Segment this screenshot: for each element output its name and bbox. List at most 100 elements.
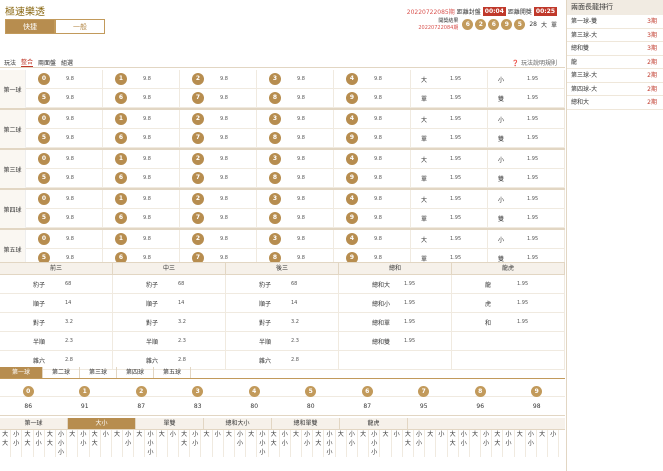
bet-cell[interactable]: 2 9.8 [180, 150, 257, 168]
bet-cell[interactable]: 0 9.8 [26, 110, 103, 128]
bet-cell[interactable]: 3 9.8 [257, 190, 334, 208]
combo-cell[interactable]: 對子 3.2 [226, 313, 339, 331]
bet-cell[interactable]: 7 9.8 [180, 169, 257, 187]
bet-cell[interactable]: 0 9.8 [26, 70, 103, 88]
combo-cell[interactable]: 總和小 1.95 [339, 294, 452, 312]
bet-cell[interactable]: 5 9.8 [26, 89, 103, 107]
tab-integrated[interactable]: 整合 [21, 57, 34, 67]
bet-cell[interactable]: 小 1.95 [488, 70, 565, 88]
bet-cell[interactable]: 2 9.8 [180, 190, 257, 208]
combo-cell[interactable]: 和 1.95 [452, 313, 565, 331]
tab-ball[interactable]: 第二球 [43, 367, 80, 378]
tab-road[interactable]: 總和單雙 [272, 418, 340, 429]
combo-cell[interactable]: 總和單 1.95 [339, 313, 452, 331]
combo-cell[interactable]: 順子 14 [113, 294, 226, 312]
bet-cell[interactable]: 2 9.8 [180, 110, 257, 128]
bet-cell[interactable]: 雙 1.95 [488, 89, 565, 107]
tab-ball[interactable]: 第一球 [0, 367, 43, 378]
bet-cell[interactable]: 1 9.8 [103, 70, 180, 88]
tab-road[interactable]: 龍虎 [340, 418, 408, 429]
combo-cell[interactable]: 半順 2.3 [226, 332, 339, 350]
bet-cell[interactable]: 5 9.8 [26, 169, 103, 187]
combo-cell[interactable]: 龍 1.95 [452, 275, 565, 293]
tab-normal[interactable]: 一般 [55, 19, 105, 34]
tab-road[interactable]: 大小 [68, 418, 136, 429]
bet-cell[interactable]: 小 1.95 [488, 110, 565, 128]
bet-cell[interactable]: 0 9.8 [26, 230, 103, 248]
bet-cell[interactable]: 9 9.8 [334, 169, 411, 187]
combo-cell[interactable]: 總和大 1.95 [339, 275, 452, 293]
bet-cell[interactable]: 7 9.8 [180, 129, 257, 147]
tab-ball[interactable]: 第四球 [117, 367, 154, 378]
bet-cell[interactable]: 6 9.8 [103, 129, 180, 147]
bet-cell[interactable]: 單 1.95 [411, 169, 488, 187]
bet-cell[interactable]: 4 9.8 [334, 230, 411, 248]
bet-cell[interactable]: 4 9.8 [334, 110, 411, 128]
bet-cell[interactable]: 3 9.8 [257, 110, 334, 128]
bet-cell[interactable]: 5 9.8 [26, 209, 103, 227]
combo-cell[interactable]: 豹子 68 [113, 275, 226, 293]
bet-cell[interactable]: 2 9.8 [180, 230, 257, 248]
bet-cell[interactable]: 雙 1.95 [488, 209, 565, 227]
bet-cell[interactable]: 1 9.8 [103, 190, 180, 208]
bet-cell[interactable]: 9 9.8 [334, 209, 411, 227]
bet-cell[interactable]: 9 9.8 [334, 89, 411, 107]
bet-cell[interactable]: 大 1.95 [411, 70, 488, 88]
tab-two-sides[interactable]: 兩面盤 [38, 58, 56, 67]
bet-cell[interactable]: 6 9.8 [103, 89, 180, 107]
tab-road[interactable]: 第一球 [0, 418, 68, 429]
bet-cell[interactable]: 雙 1.95 [488, 169, 565, 187]
combo-cell[interactable]: 豹子 68 [226, 275, 339, 293]
bet-cell[interactable]: 4 9.8 [334, 70, 411, 88]
combo-cell[interactable]: 虎 1.95 [452, 294, 565, 312]
tab-quick[interactable]: 快捷 [5, 19, 55, 34]
bet-cell[interactable]: 5 9.8 [26, 129, 103, 147]
bet-cell[interactable]: 9 9.8 [334, 129, 411, 147]
combo-cell[interactable]: 豹子 68 [0, 275, 113, 293]
tab-ball[interactable]: 第五球 [154, 367, 191, 378]
bet-cell[interactable]: 6 9.8 [103, 209, 180, 227]
bet-cell[interactable]: 8 9.8 [257, 209, 334, 227]
bet-cell[interactable]: 單 1.95 [411, 89, 488, 107]
bet-cell[interactable]: 8 9.8 [257, 169, 334, 187]
combo-cell[interactable]: 半順 2.3 [113, 332, 226, 350]
combo-cell[interactable]: 對子 3.2 [0, 313, 113, 331]
rules-link[interactable]: ❓ 玩法說明規則 [512, 58, 557, 67]
combo-cell[interactable]: 順子 14 [226, 294, 339, 312]
bet-cell[interactable]: 4 9.8 [334, 150, 411, 168]
combo-cell[interactable]: 對子 3.2 [113, 313, 226, 331]
bet-cell[interactable]: 3 9.8 [257, 230, 334, 248]
bet-cell[interactable]: 小 1.95 [488, 150, 565, 168]
odds: 1.95 [450, 95, 462, 101]
combo-cell[interactable]: 總和雙 1.95 [339, 332, 452, 350]
bet-cell[interactable]: 8 9.8 [257, 129, 334, 147]
bet-cell[interactable]: 小 1.95 [488, 190, 565, 208]
bet-cell[interactable]: 1 9.8 [103, 230, 180, 248]
bet-cell[interactable]: 6 9.8 [103, 169, 180, 187]
bet-cell[interactable]: 雙 1.95 [488, 129, 565, 147]
bet-cell[interactable]: 7 9.8 [180, 209, 257, 227]
bet-cell[interactable]: 0 9.8 [26, 150, 103, 168]
bet-cell[interactable]: 0 9.8 [26, 190, 103, 208]
bet-cell[interactable]: 單 1.95 [411, 129, 488, 147]
tab-road[interactable]: 單雙 [136, 418, 204, 429]
bet-cell[interactable]: 1 9.8 [103, 110, 180, 128]
bet-cell[interactable]: 大 1.95 [411, 190, 488, 208]
tab-combination[interactable]: 組選 [61, 58, 73, 67]
bet-cell[interactable]: 大 1.95 [411, 230, 488, 248]
bet-cell[interactable]: 小 1.95 [488, 230, 565, 248]
combo-cell[interactable]: 半順 2.3 [0, 332, 113, 350]
bet-cell[interactable]: 2 9.8 [180, 70, 257, 88]
bet-cell[interactable]: 3 9.8 [257, 150, 334, 168]
bet-cell[interactable]: 7 9.8 [180, 89, 257, 107]
bet-cell[interactable]: 1 9.8 [103, 150, 180, 168]
bet-cell[interactable]: 8 9.8 [257, 89, 334, 107]
bet-cell[interactable]: 大 1.95 [411, 110, 488, 128]
tab-ball[interactable]: 第三球 [80, 367, 117, 378]
bet-cell[interactable]: 4 9.8 [334, 190, 411, 208]
combo-cell[interactable]: 順子 14 [0, 294, 113, 312]
tab-road[interactable]: 總和大小 [204, 418, 272, 429]
bet-cell[interactable]: 3 9.8 [257, 70, 334, 88]
bet-cell[interactable]: 單 1.95 [411, 209, 488, 227]
bet-cell[interactable]: 大 1.95 [411, 150, 488, 168]
